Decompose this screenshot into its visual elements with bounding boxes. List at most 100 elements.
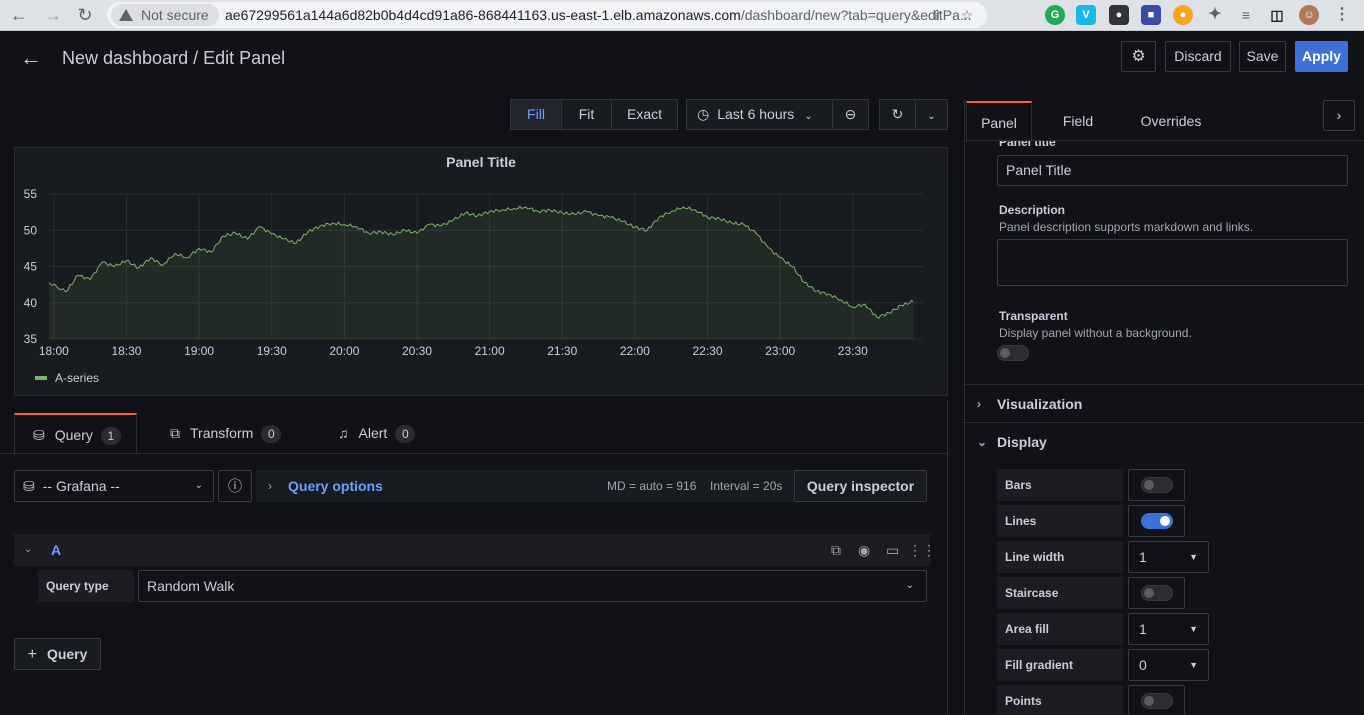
side-panel-icon[interactable]: ◫	[1267, 5, 1287, 25]
apply-button[interactable]: Apply	[1295, 41, 1348, 72]
datasource-help-button[interactable]: ⓘ	[218, 470, 252, 502]
media-queue-icon[interactable]: ≡	[1236, 5, 1256, 25]
x-tick-label: 21:30	[547, 344, 577, 358]
app-root: ← → ↻ Not secure ae67299561a144a6d82b0b4…	[0, 0, 1364, 715]
tab-alert[interactable]: ♫ Alert 0	[338, 413, 438, 454]
time-range-picker[interactable]: ◷ Last 6 hours ⌄	[686, 99, 833, 130]
x-tick-label: 19:30	[257, 344, 287, 358]
zoom-out-button[interactable]: ⊖	[832, 99, 869, 130]
extension-icon[interactable]: ■	[1141, 5, 1161, 25]
bars-toggle-box[interactable]	[1128, 469, 1185, 501]
tab-overrides[interactable]: Overrides	[1131, 101, 1211, 142]
query-inspector-button[interactable]: Query inspector	[794, 470, 927, 502]
fill-gradient-value: 0	[1139, 657, 1147, 673]
chevron-down-icon[interactable]: ⌄	[24, 534, 32, 566]
lines-toggle[interactable]	[1141, 513, 1173, 529]
time-range-label: Last 6 hours	[717, 106, 795, 122]
lines-toggle-box[interactable]	[1128, 505, 1185, 537]
visualization-section-header[interactable]: › Visualization	[965, 384, 1364, 422]
tab-field[interactable]: Field	[1045, 101, 1111, 142]
legend-swatch	[35, 376, 47, 380]
chevron-down-icon: ⌄	[804, 111, 813, 122]
y-tick-label: 45	[24, 260, 38, 274]
duplicate-icon[interactable]: ⧉	[831, 534, 841, 566]
security-chip[interactable]: Not secure	[111, 4, 219, 26]
browser-back-icon[interactable]: ←	[6, 3, 32, 27]
datasource-label: -- Grafana --	[42, 478, 120, 494]
points-toggle[interactable]	[1141, 693, 1173, 709]
fill-gradient-select[interactable]: 0 ▼	[1128, 649, 1209, 681]
query-row-header[interactable]: ⌄ A ⧉ ◉ ▭ ⋮⋮	[14, 534, 936, 566]
fill-mode-button[interactable]: Fill	[510, 99, 562, 130]
chevron-down-icon: ⌄	[927, 111, 936, 122]
back-arrow-icon[interactable]: ←	[20, 46, 44, 70]
panel-title-input[interactable]: Panel Title	[997, 155, 1348, 186]
drag-handle-icon[interactable]: ⋮⋮	[908, 534, 936, 566]
staircase-toggle[interactable]	[1141, 585, 1173, 601]
chevron-right-icon: ›	[977, 397, 981, 411]
interval-info: Interval = 20s	[710, 479, 783, 493]
database-icon: ⛁	[33, 427, 45, 443]
gear-icon: ⚙	[1131, 48, 1146, 65]
line-width-label: Line width	[997, 541, 1123, 573]
address-bar[interactable]: Not secure ae67299561a144a6d82b0b4d4cd91…	[107, 2, 987, 28]
loom-extension-icon[interactable]: ●	[1173, 5, 1193, 25]
tab-transform[interactable]: ⧉ Transform 0	[170, 413, 300, 454]
puzzle-extensions-icon[interactable]: ✦	[1205, 5, 1225, 25]
browser-forward-icon[interactable]: →	[40, 3, 66, 27]
grammarly-extension-icon[interactable]: G	[1045, 5, 1065, 25]
security-label: Not secure	[141, 7, 209, 23]
transparent-hint: Display panel without a background.	[999, 326, 1192, 340]
options-scroll-area[interactable]: Panel title Panel Title Description Pane…	[965, 141, 1364, 715]
x-tick-label: 20:00	[329, 344, 359, 358]
chevron-right-icon: ›	[268, 479, 272, 493]
datasource-picker[interactable]: ⛁ -- Grafana -- ⌄	[14, 470, 214, 502]
settings-gear-button[interactable]: ⚙	[1121, 41, 1156, 72]
tab-query-label: Query	[54, 427, 93, 443]
eye-icon[interactable]: ◉	[858, 534, 870, 566]
browser-menu-icon[interactable]: ⋮	[1332, 5, 1352, 25]
query-ref-id[interactable]: A	[51, 534, 61, 566]
browser-reload-icon[interactable]: ↻	[72, 3, 98, 27]
refresh-button[interactable]: ↻	[879, 99, 916, 130]
tab-panel[interactable]: Panel	[966, 101, 1032, 142]
refresh-interval-dropdown[interactable]: ⌄	[915, 99, 948, 130]
url-host: ae67299561a144a6d82b0b4d4cd91a86-8684411…	[225, 7, 741, 23]
visualization-panel[interactable]: Panel Title 35 40 45 50 55 18:00 18:30 19:00 19:…	[14, 147, 948, 396]
lines-label: Lines	[997, 505, 1123, 537]
share-icon[interactable]: ⇧	[927, 2, 947, 28]
x-tick-label: 23:30	[838, 344, 868, 358]
trash-icon[interactable]: ▭	[886, 534, 899, 566]
profile-avatar[interactable]: ☺	[1299, 5, 1319, 25]
x-tick-label: 22:30	[693, 344, 723, 358]
line-width-select[interactable]: 1 ▼	[1128, 541, 1209, 573]
visualization-label: Visualization	[997, 396, 1083, 412]
vimeo-extension-icon[interactable]: V	[1076, 5, 1096, 25]
url-text[interactable]: ae67299561a144a6d82b0b4d4cd91a86-8684411…	[225, 2, 985, 28]
area-fill-select[interactable]: 1 ▼	[1128, 613, 1209, 645]
staircase-toggle-box[interactable]	[1128, 577, 1185, 609]
incognito-extension-icon[interactable]: ●	[1109, 5, 1129, 25]
exact-mode-button[interactable]: Exact	[611, 99, 678, 130]
points-toggle-box[interactable]	[1128, 685, 1185, 715]
add-query-button[interactable]: + Query	[14, 638, 101, 670]
y-tick-label: 50	[24, 223, 38, 237]
bars-label: Bars	[997, 469, 1123, 501]
bell-icon: ♫	[338, 425, 349, 441]
fit-mode-button[interactable]: Fit	[561, 99, 612, 130]
description-textarea[interactable]	[997, 239, 1348, 286]
tab-query[interactable]: ⛁ Query 1	[14, 413, 137, 454]
panel-title-label: Panel title	[999, 141, 1056, 149]
panel-toolbar: Fill Fit Exact ◷ Last 6 hours ⌄ ⊖ ↻ ⌄	[0, 99, 950, 131]
discard-button[interactable]: Discard	[1165, 41, 1231, 72]
collapse-pane-button[interactable]: ›	[1323, 100, 1355, 131]
save-button[interactable]: Save	[1239, 41, 1286, 72]
tab-alert-label: Alert	[358, 425, 388, 441]
query-type-select[interactable]: Random Walk ⌄	[138, 570, 927, 602]
transparent-toggle[interactable]	[997, 345, 1029, 361]
query-options-toggle[interactable]: Query options	[288, 470, 383, 502]
bars-toggle[interactable]	[1141, 477, 1173, 493]
tab-transform-count: 0	[261, 425, 282, 443]
bookmark-star-icon[interactable]: ☆	[957, 2, 977, 28]
display-section-header[interactable]: ⌄ Display	[965, 422, 1364, 460]
